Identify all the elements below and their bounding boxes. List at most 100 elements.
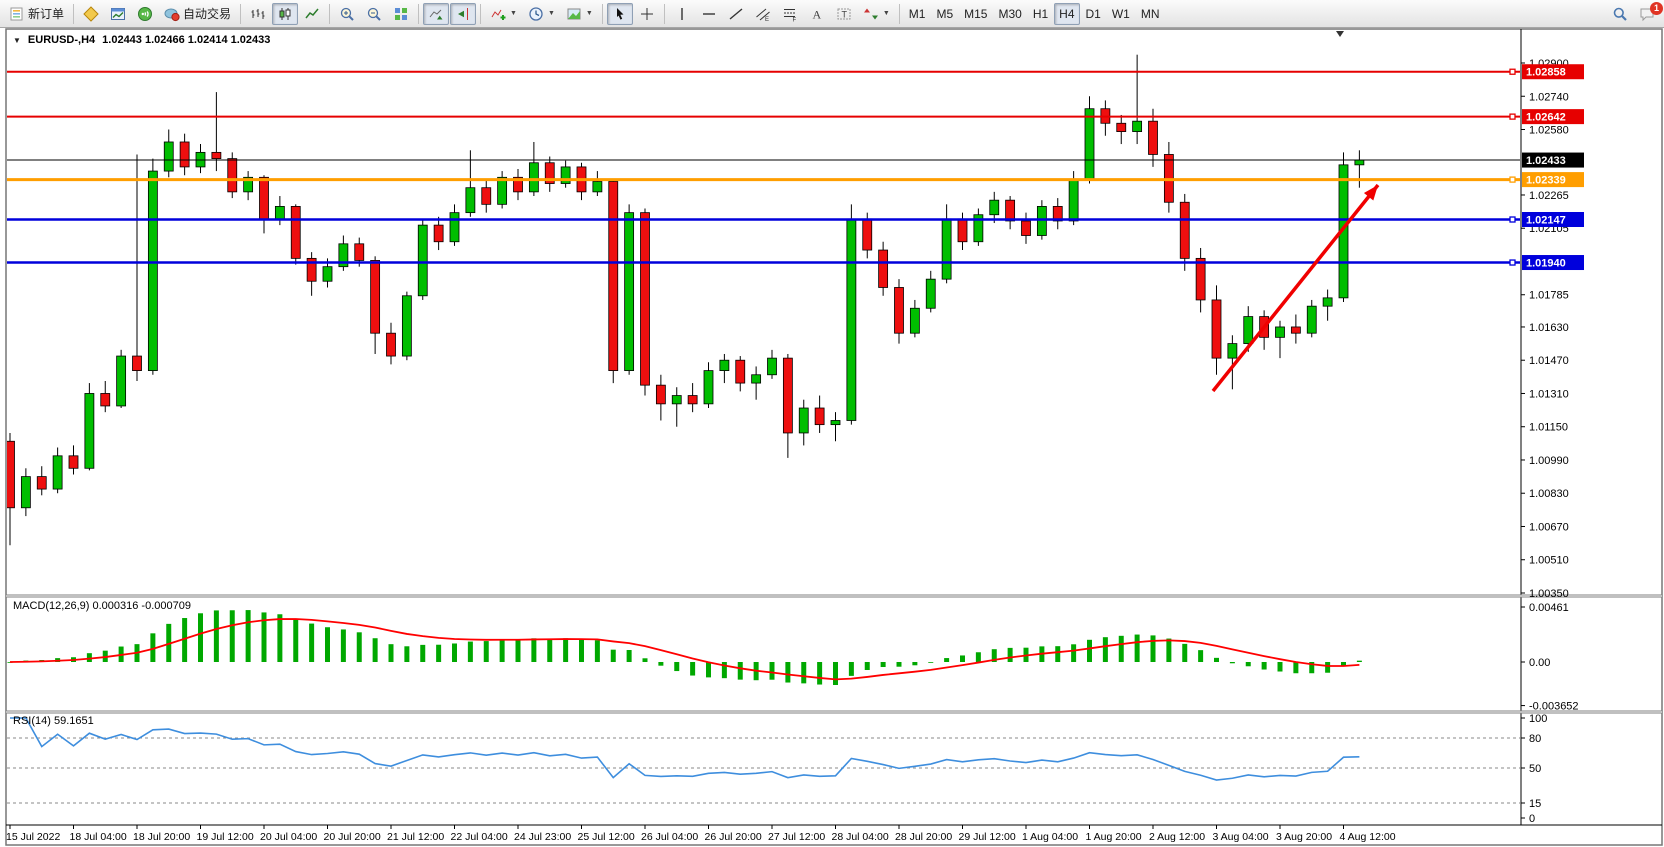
toolbar-separator — [329, 4, 330, 24]
timeframe-button-h1[interactable]: H1 — [1028, 3, 1053, 25]
main-toolbar: 新订单 自动交易 ▼ ▼ — [0, 0, 1664, 28]
svg-text:1.01310: 1.01310 — [1529, 388, 1569, 400]
periods-button[interactable]: ▼ — [523, 3, 560, 25]
svg-text:0.00461: 0.00461 — [1529, 602, 1569, 614]
svg-text:1.02339: 1.02339 — [1526, 175, 1566, 187]
cursor-icon — [612, 6, 628, 22]
text-icon: A — [809, 6, 825, 22]
bar-chart-button[interactable] — [245, 3, 271, 25]
svg-text:20 Jul 04:00: 20 Jul 04:00 — [260, 831, 317, 843]
macd-indicator-label: MACD(12,26,9) 0.000316 -0.000709 — [13, 600, 191, 612]
sound-icon — [137, 6, 153, 22]
svg-text:1 Aug 04:00: 1 Aug 04:00 — [1022, 831, 1078, 843]
autotrading-button[interactable]: 自动交易 — [159, 3, 236, 25]
search-icon — [1612, 6, 1628, 22]
metaeditor-button[interactable] — [78, 3, 104, 25]
svg-text:2 Aug 12:00: 2 Aug 12:00 — [1149, 831, 1205, 843]
svg-text:1.02740: 1.02740 — [1529, 91, 1569, 103]
svg-text:1.00670: 1.00670 — [1529, 521, 1569, 533]
text-label-tool-button[interactable]: T — [831, 3, 857, 25]
chevron-down-icon: ▼ — [883, 10, 890, 17]
fibonacci-tool-button[interactable]: F — [777, 3, 803, 25]
yellow-diamond-icon — [83, 6, 99, 22]
svg-text:1.00830: 1.00830 — [1529, 488, 1569, 500]
vertical-line-tool-button[interactable] — [669, 3, 695, 25]
timeframe-button-m5[interactable]: M5 — [931, 3, 958, 25]
svg-text:4 Aug 12:00: 4 Aug 12:00 — [1340, 831, 1396, 843]
new-chart-button[interactable] — [105, 3, 131, 25]
svg-text:1.01630: 1.01630 — [1529, 322, 1569, 334]
chart-symbol-label: EURUSD-,H4 — [28, 34, 95, 46]
svg-text:3 Aug 04:00: 3 Aug 04:00 — [1213, 831, 1269, 843]
auto-scroll-button[interactable] — [423, 3, 449, 25]
timeframe-button-m15[interactable]: M15 — [959, 3, 992, 25]
svg-text:1.01150: 1.01150 — [1529, 422, 1568, 434]
indicators-icon — [490, 6, 506, 22]
chevron-down-icon: ▼ — [510, 10, 517, 17]
svg-text:1.00510: 1.00510 — [1529, 555, 1569, 567]
indicators-button[interactable]: ▼ — [485, 3, 522, 25]
chevron-down-icon: ▼ — [586, 10, 593, 17]
equidistant-channel-tool-button[interactable]: E — [750, 3, 776, 25]
candlestick-icon — [277, 6, 293, 22]
svg-text:29 Jul 12:00: 29 Jul 12:00 — [959, 831, 1016, 843]
candlestick-chart-button[interactable] — [272, 3, 298, 25]
templates-button[interactable]: ▼ — [561, 3, 598, 25]
svg-text:20 Jul 20:00: 20 Jul 20:00 — [324, 831, 381, 843]
zoom-out-button[interactable] — [361, 3, 387, 25]
svg-text:1.00350: 1.00350 — [1529, 588, 1569, 600]
svg-text:80: 80 — [1529, 733, 1541, 745]
arrows-tool-button[interactable]: ▼ — [858, 3, 895, 25]
text-tool-button[interactable]: A — [804, 3, 830, 25]
line-chart-icon — [304, 6, 320, 22]
timeframe-button-d1[interactable]: D1 — [1081, 3, 1106, 25]
fibonacci-icon: F — [782, 6, 798, 22]
timeframe-button-m30[interactable]: M30 — [993, 3, 1026, 25]
timeframe-button-w1[interactable]: W1 — [1107, 3, 1135, 25]
autotrading-label: 自动交易 — [183, 5, 231, 22]
tile-windows-button[interactable] — [388, 3, 414, 25]
zoom-out-icon — [366, 6, 382, 22]
trendline-tool-button[interactable] — [723, 3, 749, 25]
templates-icon — [566, 6, 582, 22]
vertical-line-icon — [674, 6, 690, 22]
chart-canvas[interactable]: 1.029001.027401.025801.022651.021051.017… — [0, 0, 1664, 847]
notifications-button[interactable]: 1 — [1634, 3, 1660, 25]
timeframe-button-m1[interactable]: M1 — [904, 3, 931, 25]
cursor-tool-button[interactable] — [607, 3, 633, 25]
timeframe-button-h4[interactable]: H4 — [1054, 3, 1079, 25]
toolbar-separator — [664, 4, 665, 24]
svg-text:1.01785: 1.01785 — [1529, 290, 1569, 302]
sound-alerts-button[interactable] — [132, 3, 158, 25]
new-order-button[interactable]: 新订单 — [4, 3, 69, 25]
svg-text:25 Jul 12:00: 25 Jul 12:00 — [578, 831, 635, 843]
bar-chart-icon — [250, 6, 266, 22]
chevron-down-icon: ▼ — [548, 10, 555, 17]
new-order-label: 新订单 — [28, 5, 64, 22]
svg-text:T: T — [841, 9, 847, 19]
svg-text:1.02147: 1.02147 — [1526, 215, 1566, 227]
zoom-in-button[interactable] — [334, 3, 360, 25]
auto-scroll-icon — [428, 6, 444, 22]
svg-text:28 Jul 04:00: 28 Jul 04:00 — [832, 831, 889, 843]
svg-text:1.00990: 1.00990 — [1529, 455, 1569, 467]
line-chart-button[interactable] — [299, 3, 325, 25]
svg-text:24 Jul 23:00: 24 Jul 23:00 — [514, 831, 571, 843]
horizontal-line-tool-button[interactable] — [696, 3, 722, 25]
symbol-dropdown-icon[interactable]: ▼ — [13, 36, 21, 45]
zoom-in-icon — [339, 6, 355, 22]
toolbar-separator — [418, 4, 419, 24]
arrows-icon — [863, 6, 879, 22]
svg-text:-0.003652: -0.003652 — [1529, 701, 1579, 713]
chart-ohlc-label: 1.02443 1.02466 1.02414 1.02433 — [102, 34, 270, 46]
toolbar-separator — [602, 4, 603, 24]
svg-text:0: 0 — [1529, 813, 1535, 825]
svg-text:1.01470: 1.01470 — [1529, 355, 1569, 367]
svg-text:27 Jul 12:00: 27 Jul 12:00 — [768, 831, 825, 843]
chart-shift-button[interactable] — [450, 3, 476, 25]
search-button[interactable] — [1607, 3, 1633, 25]
svg-text:15: 15 — [1529, 798, 1541, 810]
crosshair-tool-button[interactable] — [634, 3, 660, 25]
timeframe-button-mn[interactable]: MN — [1136, 3, 1165, 25]
svg-text:1.02580: 1.02580 — [1529, 125, 1569, 137]
